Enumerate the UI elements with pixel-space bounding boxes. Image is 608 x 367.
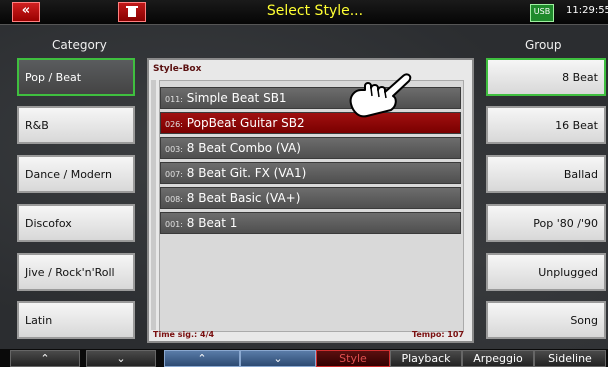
arpeggio-tab[interactable]: Arpeggio: [462, 350, 534, 367]
style-row-selected[interactable]: 026: PopBeat Guitar SB2: [160, 112, 461, 134]
group-16-beat[interactable]: 16 Beat: [486, 106, 606, 144]
category-label: Dance / Modern: [25, 167, 112, 181]
group-label: Pop '80 /'90: [533, 216, 598, 230]
group-label: Song: [570, 313, 598, 327]
scroll-up-left-button[interactable]: ⌃: [10, 350, 80, 367]
back-button[interactable]: «: [12, 2, 40, 22]
group-pop-80-90[interactable]: Pop '80 /'90: [486, 204, 606, 242]
playback-tab[interactable]: Playback: [390, 350, 462, 367]
category-dance-modern[interactable]: Dance / Modern: [17, 155, 135, 193]
scrollbar[interactable]: [151, 80, 156, 330]
style-name: 8 Beat Basic (VA+): [186, 191, 301, 205]
category-label: R&B: [25, 118, 49, 132]
category-pop-beat[interactable]: Pop / Beat: [17, 58, 135, 96]
style-name: 8 Beat 1: [186, 216, 238, 230]
category-rnb[interactable]: R&B: [17, 106, 135, 144]
category-latin[interactable]: Latin: [17, 301, 135, 339]
trash-button[interactable]: [118, 2, 146, 22]
category-label: Discofox: [25, 216, 72, 230]
style-number: 026:: [165, 120, 183, 129]
time-signature: Time sig.: 4/4: [153, 330, 215, 339]
clock: 11:29:55: [566, 5, 608, 16]
page-title: Select Style...: [266, 3, 364, 19]
category-label: Pop / Beat: [25, 70, 82, 84]
category-discofox[interactable]: Discofox: [17, 204, 135, 242]
style-number: 003:: [165, 145, 183, 154]
tempo: Tempo: 107: [411, 330, 464, 339]
style-box: Style-Box 011: Simple Beat SB1 026: PopB…: [147, 58, 474, 343]
hand-pointer-icon: [349, 73, 412, 118]
style-name: Simple Beat SB1: [186, 91, 287, 105]
category-jive-rocknroll[interactable]: Jive / Rock'n'Roll: [17, 253, 135, 291]
style-list: 011: Simple Beat SB1 026: PopBeat Guitar…: [159, 80, 464, 332]
group-label: Ballad: [563, 167, 598, 181]
group-header: Group: [525, 38, 562, 52]
usb-icon: USB: [530, 4, 554, 22]
scroll-down-left-button[interactable]: ⌄: [86, 350, 156, 367]
group-label: 16 Beat: [555, 118, 598, 132]
group-label: Unplugged: [538, 265, 598, 279]
style-box-title: Style-Box: [153, 64, 202, 74]
style-name: 8 Beat Combo (VA): [186, 141, 301, 155]
style-number: 011:: [165, 95, 183, 104]
group-song[interactable]: Song: [486, 301, 606, 339]
category-label: Jive / Rock'n'Roll: [25, 265, 115, 279]
category-header: Category: [52, 38, 107, 52]
style-name: 8 Beat Git. FX (VA1): [186, 166, 307, 180]
style-name: PopBeat Guitar SB2: [186, 116, 305, 130]
style-tab[interactable]: Style: [316, 350, 390, 367]
style-row[interactable]: 008: 8 Beat Basic (VA+): [160, 187, 461, 209]
group-ballad[interactable]: Ballad: [486, 155, 606, 193]
top-bar: « Select Style... USB 11:29:55: [0, 0, 608, 25]
style-row[interactable]: 001: 8 Beat 1: [160, 212, 461, 234]
style-row[interactable]: 003: 8 Beat Combo (VA): [160, 137, 461, 159]
style-row[interactable]: 007: 8 Beat Git. FX (VA1): [160, 162, 461, 184]
group-label: 8 Beat: [562, 70, 598, 84]
style-row[interactable]: 011: Simple Beat SB1: [160, 87, 461, 109]
style-number: 001:: [165, 220, 183, 229]
group-8-beat[interactable]: 8 Beat: [486, 58, 606, 96]
scroll-down-button[interactable]: ⌄: [240, 350, 316, 367]
scroll-up-button[interactable]: ⌃: [164, 350, 240, 367]
style-number: 007:: [165, 170, 183, 179]
style-number: 008:: [165, 195, 183, 204]
group-unplugged[interactable]: Unplugged: [486, 253, 606, 291]
sideline-tab[interactable]: Sideline: [534, 350, 606, 367]
category-label: Latin: [25, 313, 53, 327]
trash-icon-body: [128, 8, 136, 17]
